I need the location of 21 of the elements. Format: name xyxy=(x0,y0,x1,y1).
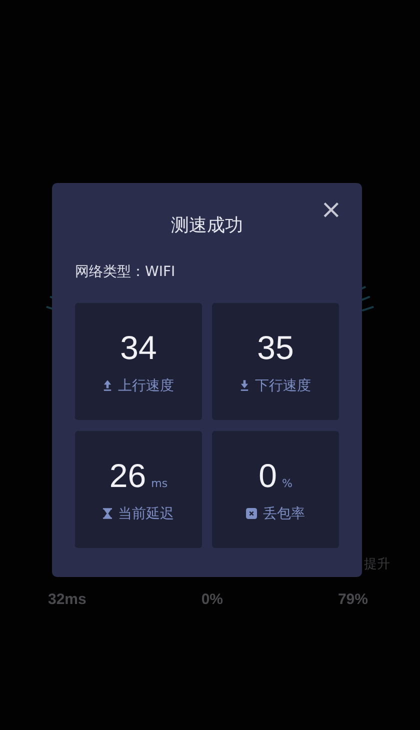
card-value: 35 xyxy=(257,328,294,366)
upload-icon xyxy=(103,380,112,391)
network-type: 网络类型：WIFI xyxy=(75,263,176,281)
hourglass-icon xyxy=(103,508,112,519)
download-icon xyxy=(240,380,249,391)
close-button[interactable]: × xyxy=(318,197,344,223)
card-value: 0 xyxy=(258,456,277,494)
dialog-title: 测速成功 xyxy=(170,214,244,237)
stat-value: 0% xyxy=(201,591,224,608)
card-label: 下行速度 xyxy=(255,376,311,394)
card-label: 上行速度 xyxy=(118,376,174,394)
card-label: 当前延迟 xyxy=(118,504,174,522)
side-note: 提升 xyxy=(364,556,390,573)
stat-value: 79% xyxy=(338,591,368,608)
card-unit: ms xyxy=(151,476,168,490)
packet-loss-icon xyxy=(246,508,257,519)
stat-value: 32ms xyxy=(48,591,86,608)
card-label: 丢包率 xyxy=(263,504,305,522)
card-unit: % xyxy=(282,476,292,490)
card-value: 34 xyxy=(120,328,157,366)
card-value: 26 xyxy=(109,456,146,494)
